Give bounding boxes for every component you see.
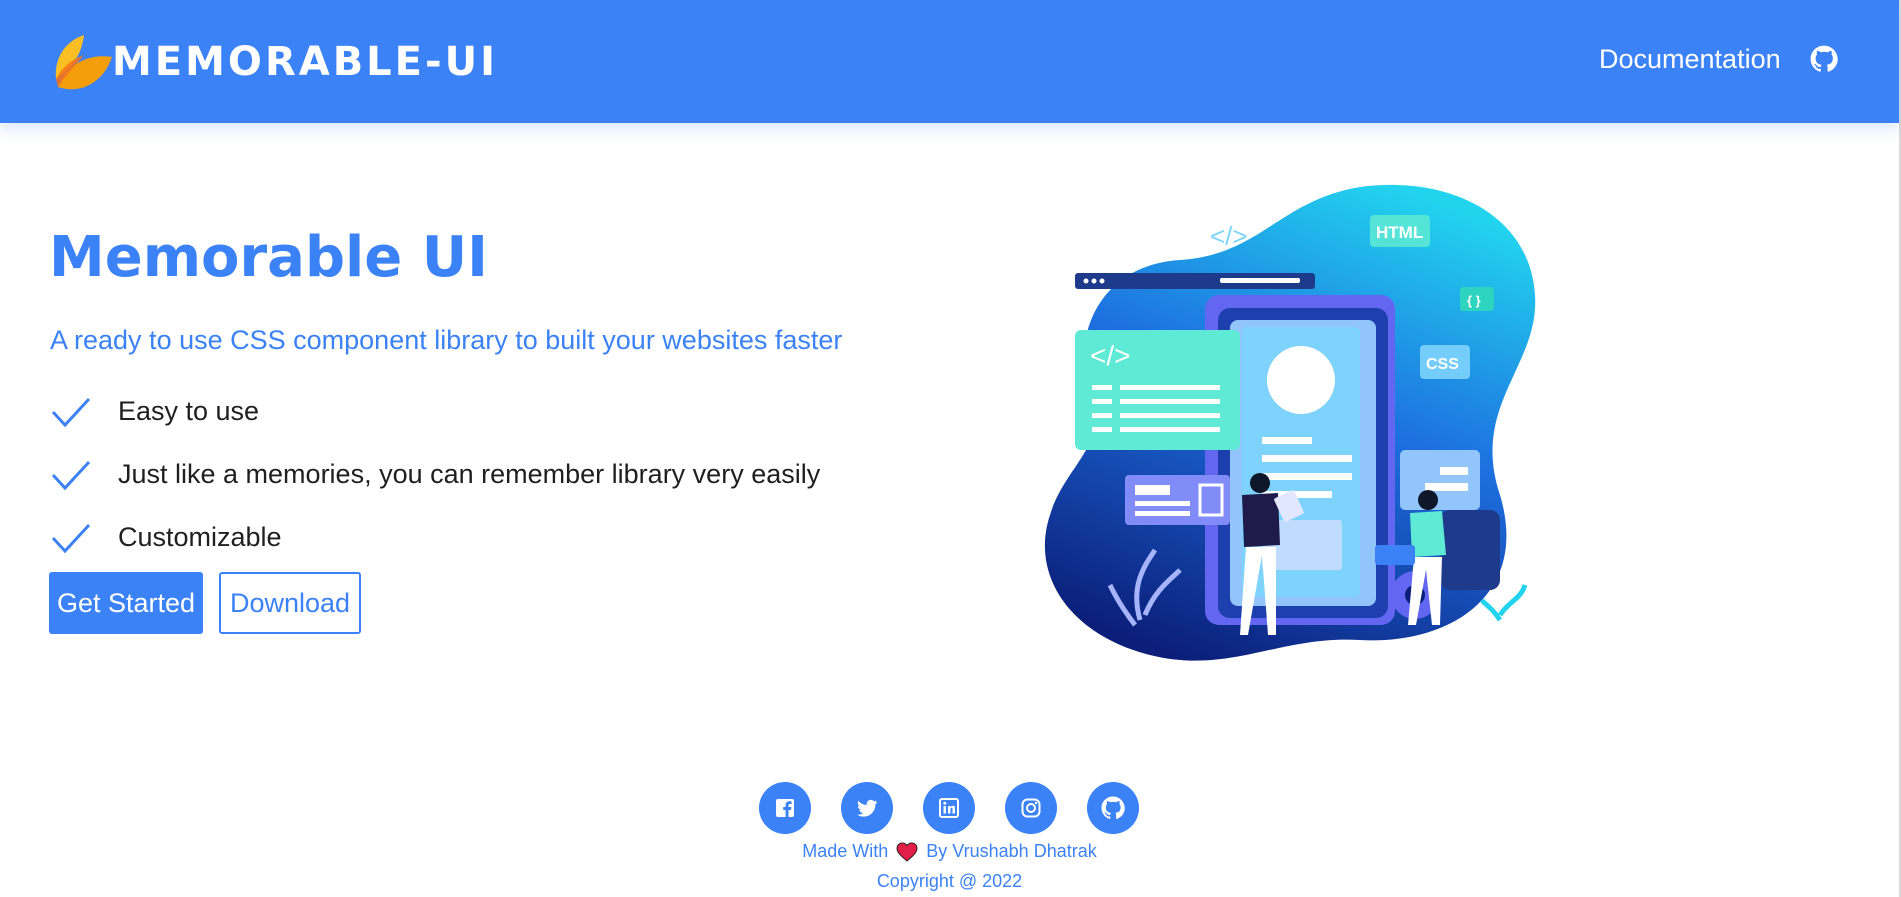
braces-tag-label: { } xyxy=(1467,293,1481,308)
made-with-credit: Made With By Vrushabh Dhatrak xyxy=(0,841,1899,862)
get-started-button[interactable]: Get Started xyxy=(49,572,203,634)
made-with-author: By Vrushabh Dhatrak xyxy=(926,841,1097,861)
feature-item: Customizable xyxy=(50,506,820,569)
copyright-text: Copyright @ 2022 xyxy=(876,871,1023,891)
github-icon xyxy=(1101,796,1125,819)
linkedin-link[interactable] xyxy=(923,782,975,834)
check-icon xyxy=(51,460,91,490)
svg-text:</>: </> xyxy=(1090,340,1130,371)
brand-name: MEMORABLE-UI xyxy=(112,39,498,85)
twitter-icon xyxy=(857,799,878,817)
download-button[interactable]: Download xyxy=(219,572,361,634)
facebook-link[interactable] xyxy=(759,782,811,834)
feature-label: Customizable xyxy=(118,522,282,552)
hero-subtitle: A ready to use CSS component library to … xyxy=(50,325,843,355)
check-icon xyxy=(51,397,91,427)
developer-illustration: </> HTML { } CSS </> xyxy=(1044,184,1536,661)
profile-card xyxy=(1125,475,1230,525)
hero-title: Memorable UI xyxy=(49,225,489,290)
brand-link[interactable]: MEMORABLE-UI xyxy=(48,28,498,96)
html-tag-label: HTML xyxy=(1376,223,1423,242)
css-tag-label: CSS xyxy=(1426,356,1459,373)
feature-list: Easy to use Just like a memories, you ca… xyxy=(50,380,820,569)
instagram-link[interactable] xyxy=(1005,782,1057,834)
linkedin-icon xyxy=(939,798,959,818)
feature-label: Just like a memories, you can remember l… xyxy=(118,459,821,489)
instagram-icon xyxy=(1021,798,1041,818)
side-card xyxy=(1400,450,1480,510)
code-tag-label: </> xyxy=(1210,221,1248,251)
nav-documentation-link[interactable]: Documentation xyxy=(1599,44,1781,75)
github-icon[interactable] xyxy=(1810,45,1838,73)
leaf-logo-icon xyxy=(55,35,112,90)
made-with-prefix: Made With xyxy=(802,841,889,861)
feature-item: Easy to use xyxy=(50,380,820,443)
social-links xyxy=(759,782,1139,834)
feature-label: Easy to use xyxy=(118,396,260,426)
facebook-icon xyxy=(776,799,794,817)
navbar: MEMORABLE-UI Documentation xyxy=(0,0,1899,123)
feature-item: Just like a memories, you can remember l… xyxy=(50,443,820,506)
heart-icon xyxy=(896,841,918,862)
check-icon xyxy=(51,523,91,553)
github-link[interactable] xyxy=(1087,782,1139,834)
twitter-link[interactable] xyxy=(841,782,893,834)
